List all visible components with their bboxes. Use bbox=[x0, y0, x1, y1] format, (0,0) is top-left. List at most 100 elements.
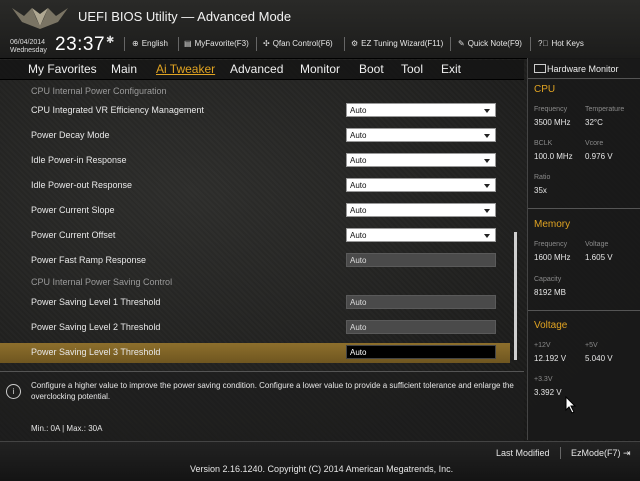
tab-boot[interactable]: Boot bbox=[359, 62, 384, 76]
ratio-value: 35x bbox=[534, 186, 547, 195]
gear-icon[interactable]: ✱ bbox=[106, 35, 114, 46]
divider bbox=[344, 37, 345, 51]
vcore-label: Vcore bbox=[585, 140, 604, 147]
setting-row[interactable]: Power Saving Level 2 Threshold Auto bbox=[0, 318, 510, 338]
chevron-down-icon bbox=[484, 209, 490, 213]
chevron-down-icon bbox=[484, 234, 490, 238]
setting-row[interactable]: Idle Power-in Response Auto bbox=[0, 151, 510, 171]
wizard-icon: ⚙ bbox=[351, 39, 359, 48]
setting-row[interactable]: Power Decay Mode Auto bbox=[0, 126, 510, 146]
tab-main[interactable]: Main bbox=[111, 62, 137, 76]
language-button[interactable]: ⊕ English bbox=[132, 39, 168, 48]
setting-field[interactable]: Auto bbox=[346, 253, 496, 267]
cpu-frequency-label: Frequency bbox=[534, 106, 568, 113]
v33-label: +3.3V bbox=[534, 376, 553, 383]
divider bbox=[124, 37, 125, 51]
setting-dropdown[interactable]: Auto bbox=[346, 228, 496, 242]
quick-note-button[interactable]: ✎ Quick Note(F9) bbox=[458, 39, 522, 48]
hot-keys-button[interactable]: ?⃞ Hot Keys bbox=[538, 39, 584, 48]
tab-ai-tweaker[interactable]: Ai Tweaker bbox=[156, 62, 215, 76]
v33-value: 3.392 V bbox=[534, 388, 562, 397]
divider bbox=[528, 208, 640, 209]
myfavorite-button[interactable]: ▤ MyFavorite(F3) bbox=[184, 39, 249, 48]
tuf-logo-icon bbox=[12, 8, 68, 29]
clock: 23:37 bbox=[55, 34, 106, 55]
cpu-temperature: 32°C bbox=[585, 118, 603, 127]
setting-dropdown[interactable]: Auto bbox=[346, 178, 496, 192]
ez-tuning-wizard-button[interactable]: ⚙ EZ Tuning Wizard(F11) bbox=[351, 39, 443, 48]
help-icon: ?⃞ bbox=[538, 39, 549, 48]
hardware-monitor-panel: Hardware Monitor CPU Frequency Temperatu… bbox=[527, 58, 640, 440]
tab-advanced[interactable]: Advanced bbox=[230, 62, 283, 76]
v5-value: 5.040 V bbox=[585, 354, 613, 363]
setting-row[interactable]: CPU Integrated VR Efficiency Management … bbox=[0, 101, 510, 121]
setting-dropdown[interactable]: Auto bbox=[346, 203, 496, 217]
note-icon: ✎ bbox=[458, 39, 465, 48]
memory-heading: Memory bbox=[534, 219, 571, 230]
setting-field[interactable]: Auto bbox=[346, 295, 496, 309]
setting-dropdown[interactable]: Auto bbox=[346, 103, 496, 117]
setting-row[interactable]: Power Fast Ramp Response Auto bbox=[0, 251, 510, 271]
cpu-temperature-label: Temperature bbox=[585, 106, 625, 113]
cpu-heading: CPU bbox=[534, 84, 556, 95]
qfan-control-button[interactable]: ✣ Qfan Control(F6) bbox=[263, 39, 333, 48]
v12-value: 12.192 V bbox=[534, 354, 567, 363]
setting-row[interactable]: Power Saving Level 1 Threshold Auto bbox=[0, 293, 510, 313]
exit-arrow-icon: ⇥ bbox=[623, 448, 631, 458]
last-modified-button[interactable]: Last Modified bbox=[496, 448, 550, 458]
chevron-down-icon bbox=[484, 159, 490, 163]
v12-label: +12V bbox=[534, 342, 551, 349]
v5-label: +5V bbox=[585, 342, 598, 349]
setting-field[interactable]: Auto bbox=[346, 345, 496, 359]
memory-voltage-label: Voltage bbox=[585, 241, 609, 248]
ratio-label: Ratio bbox=[534, 174, 551, 181]
setting-row-selected[interactable]: Power Saving Level 3 Threshold Auto bbox=[0, 343, 510, 363]
date: 06/04/2014 bbox=[10, 39, 46, 46]
section-header: CPU Internal Power Configuration bbox=[31, 86, 167, 96]
monitor-icon bbox=[534, 64, 546, 73]
vcore-value: 0.976 V bbox=[585, 152, 613, 161]
capacity-label: Capacity bbox=[534, 276, 562, 283]
mouse-cursor-icon bbox=[565, 396, 577, 414]
memory-voltage: 1.605 V bbox=[585, 253, 613, 262]
divider bbox=[528, 310, 640, 311]
globe-icon: ⊕ bbox=[132, 39, 139, 48]
help-panel: i Configure a higher value to improve th… bbox=[0, 371, 524, 442]
favorite-icon: ▤ bbox=[184, 39, 192, 48]
setting-dropdown[interactable]: Auto bbox=[346, 128, 496, 142]
section-header: CPU Internal Power Saving Control bbox=[31, 277, 173, 287]
memory-frequency: 1600 MHz bbox=[534, 253, 571, 262]
top-bar: UEFI BIOS Utility — Advanced Mode 06/04/… bbox=[0, 0, 640, 59]
hardware-monitor-header: Hardware Monitor bbox=[528, 60, 640, 79]
info-icon: i bbox=[6, 384, 21, 399]
date-display: 06/04/2014 Wednesday bbox=[10, 39, 47, 55]
capacity-value: 8192 MB bbox=[534, 288, 567, 297]
value-range: Min.: 0A | Max.: 30A bbox=[31, 424, 103, 433]
fan-icon: ✣ bbox=[263, 39, 270, 48]
scrollbar[interactable] bbox=[514, 232, 517, 360]
tab-tool[interactable]: Tool bbox=[401, 62, 423, 76]
divider bbox=[256, 37, 257, 51]
setting-field[interactable]: Auto bbox=[346, 320, 496, 334]
page-title: UEFI BIOS Utility — Advanced Mode bbox=[78, 9, 292, 24]
setting-dropdown[interactable]: Auto bbox=[346, 153, 496, 167]
chevron-down-icon bbox=[484, 134, 490, 138]
voltage-heading: Voltage bbox=[534, 320, 568, 331]
version-text: Version 2.16.1240. Copyright (C) 2014 Am… bbox=[190, 464, 454, 474]
ezmode-button[interactable]: EzMode(F7) ⇥ bbox=[571, 448, 631, 459]
tab-my-favorites[interactable]: My Favorites bbox=[28, 62, 97, 76]
bclk-value: 100.0 MHz bbox=[534, 152, 573, 161]
setting-row[interactable]: Power Current Offset Auto bbox=[0, 226, 510, 246]
tab-exit[interactable]: Exit bbox=[441, 62, 461, 76]
memory-frequency-label: Frequency bbox=[534, 241, 568, 248]
divider bbox=[560, 447, 561, 459]
weekday: Wednesday bbox=[10, 47, 47, 54]
bottom-bar: Last Modified EzMode(F7) ⇥ Version 2.16.… bbox=[0, 441, 640, 481]
chevron-down-icon bbox=[484, 184, 490, 188]
tab-monitor[interactable]: Monitor bbox=[300, 62, 340, 76]
settings-list: CPU Internal Power Configuration CPU Int… bbox=[0, 80, 524, 368]
cpu-frequency: 3500 MHz bbox=[534, 118, 571, 127]
setting-row[interactable]: Idle Power-out Response Auto bbox=[0, 176, 510, 196]
setting-row[interactable]: Power Current Slope Auto bbox=[0, 201, 510, 221]
chevron-down-icon bbox=[484, 109, 490, 113]
